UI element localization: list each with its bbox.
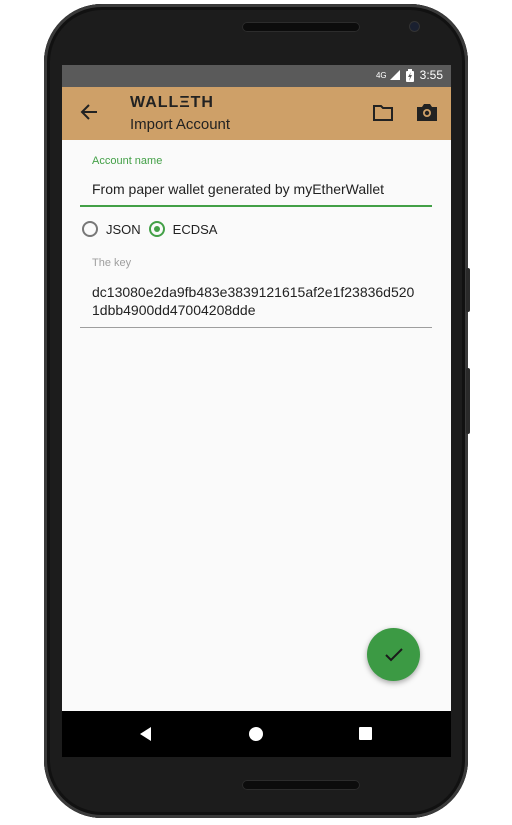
signal-icon	[389, 70, 400, 80]
key-underline	[80, 327, 432, 328]
folder-icon[interactable]	[373, 104, 393, 121]
arrow-left-icon[interactable]	[80, 103, 98, 121]
key-field[interactable]: The key dc13080e2da9fb483e3839121615af2e…	[80, 257, 432, 328]
check-icon	[384, 647, 403, 661]
top-speaker	[242, 22, 360, 32]
front-camera	[410, 22, 419, 31]
network-type: 4G	[375, 70, 387, 80]
account-name-field[interactable]: Account name From paper wallet generated…	[80, 155, 432, 207]
camera-icon[interactable]	[417, 103, 437, 121]
radio-json-label[interactable]: JSON	[106, 222, 141, 237]
account-name-input[interactable]: From paper wallet generated by myEtherWa…	[92, 181, 432, 197]
radio-ecdsa-label[interactable]: ECDSA	[173, 222, 218, 237]
account-name-underline	[80, 205, 432, 207]
app-bar: WALLΞTH Import Account	[62, 87, 451, 140]
radio-json[interactable]	[82, 221, 98, 237]
nav-home-icon[interactable]	[249, 727, 263, 741]
import-type-group: JSON ECDSA	[82, 221, 217, 237]
nav-recents-icon[interactable]	[359, 727, 372, 740]
key-input[interactable]: dc13080e2da9fb483e3839121615af2e1f23836d…	[92, 283, 422, 319]
key-label: The key	[92, 257, 132, 269]
nav-bar	[62, 711, 451, 757]
account-name-label: Account name	[92, 155, 163, 167]
screen-title: Import Account	[130, 116, 231, 133]
volume-button	[466, 368, 470, 434]
battery-icon	[405, 68, 414, 82]
bottom-speaker	[242, 780, 360, 790]
clock: 3:55	[419, 68, 443, 82]
power-button	[466, 268, 470, 312]
screen: 4G 3:55 WALLΞTH Import Account Account n…	[62, 65, 451, 711]
app-title: WALLΞTH	[130, 94, 214, 111]
confirm-button[interactable]	[367, 628, 420, 681]
radio-ecdsa[interactable]	[148, 221, 165, 237]
status-bar: 4G 3:55	[62, 65, 451, 87]
nav-back-icon[interactable]	[140, 727, 151, 741]
